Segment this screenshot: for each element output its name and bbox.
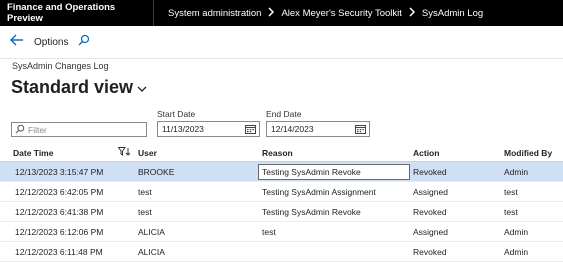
breadcrumb-security-toolkit[interactable]: Alex Meyer's Security Toolkit bbox=[281, 8, 401, 19]
cell-action: Assigned bbox=[413, 227, 448, 237]
grid-header: Date Time User Reason Action Modified By bbox=[0, 143, 563, 162]
back-arrow-icon bbox=[10, 33, 24, 51]
cell-reason: test bbox=[262, 227, 276, 237]
cell-reason: Testing SysAdmin Revoke bbox=[262, 207, 361, 217]
start-date-field[interactable]: 11/13/2023 bbox=[157, 121, 260, 137]
table-row[interactable]: 12/13/2023 3:15:47 PM BROOKE Testing Sys… bbox=[0, 162, 563, 182]
column-header-user[interactable]: User bbox=[138, 148, 157, 158]
cell-modified-by: test bbox=[504, 187, 518, 197]
top-divider bbox=[153, 0, 154, 26]
start-date-label: Start Date bbox=[157, 109, 196, 119]
cell-date-time: 12/12/2023 6:12:06 PM bbox=[15, 227, 104, 237]
cell-action: Revoked bbox=[413, 207, 447, 217]
cell-modified-by: Admin bbox=[504, 247, 529, 257]
column-header-action[interactable]: Action bbox=[413, 148, 439, 158]
search-button[interactable] bbox=[76, 34, 92, 50]
cell-action: Revoked bbox=[413, 247, 447, 257]
calendar-icon[interactable] bbox=[353, 124, 367, 134]
cell-user: BROOKE bbox=[138, 167, 175, 177]
cell-date-time: 12/12/2023 6:11:48 PM bbox=[15, 247, 103, 257]
cell-action: Revoked bbox=[413, 167, 447, 177]
filter-search-icon bbox=[12, 123, 25, 136]
cell-date-time: 12/12/2023 6:42:05 PM bbox=[15, 187, 104, 197]
view-selector[interactable]: Standard view bbox=[11, 77, 147, 98]
cell-modified-by: Admin bbox=[504, 227, 529, 237]
search-icon bbox=[78, 33, 90, 51]
cell-date-time: 12/13/2023 3:15:47 PM bbox=[15, 167, 104, 177]
table-row[interactable]: 12/12/2023 6:12:06 PM ALICIA test Assign… bbox=[0, 222, 563, 242]
options-menu[interactable]: Options bbox=[34, 37, 68, 48]
cell-modified-by: Admin bbox=[504, 167, 529, 177]
end-date-field[interactable]: 12/14/2023 bbox=[266, 121, 370, 137]
table-row[interactable]: 12/12/2023 6:11:48 PM ALICIA Revoked Adm… bbox=[0, 242, 563, 262]
breadcrumb-system-administration[interactable]: System administration bbox=[168, 8, 261, 19]
cell-user: ALICIA bbox=[138, 227, 165, 237]
column-header-modified-by[interactable]: Modified By bbox=[504, 148, 552, 158]
action-bar: Options bbox=[0, 26, 563, 59]
end-date-value: 12/14/2023 bbox=[271, 124, 314, 134]
chevron-down-icon bbox=[137, 86, 147, 93]
start-date-value: 11/13/2023 bbox=[162, 124, 204, 134]
cell-reason: Testing SysAdmin Assignment bbox=[262, 187, 376, 197]
cell-user: test bbox=[138, 207, 152, 217]
view-title: Standard view bbox=[11, 77, 134, 97]
table-row[interactable]: 12/12/2023 6:42:05 PM test Testing SysAd… bbox=[0, 182, 563, 202]
filter-input[interactable]: Filter bbox=[11, 122, 147, 137]
breadcrumb-chevron-icon bbox=[408, 6, 416, 20]
cell-date-time: 12/12/2023 6:41:38 PM bbox=[15, 207, 104, 217]
breadcrumb-sysadmin-log[interactable]: SysAdmin Log bbox=[422, 8, 483, 19]
back-button[interactable] bbox=[6, 31, 28, 53]
cell-user: test bbox=[138, 187, 152, 197]
calendar-icon[interactable] bbox=[243, 124, 257, 134]
breadcrumb-chevron-icon bbox=[267, 6, 275, 20]
column-header-date-time[interactable]: Date Time bbox=[13, 148, 53, 158]
filter-sort-icon[interactable] bbox=[117, 147, 131, 158]
app-title[interactable]: Finance and Operations Preview bbox=[0, 2, 153, 24]
column-header-reason[interactable]: Reason bbox=[262, 148, 293, 158]
cell-reason-input[interactable]: Testing SysAdmin Revoke bbox=[258, 164, 410, 180]
top-nav-bar: Finance and Operations Preview System ad… bbox=[0, 0, 563, 26]
end-date-label: End Date bbox=[266, 109, 302, 119]
cell-action: Assigned bbox=[413, 187, 448, 197]
filter-placeholder: Filter bbox=[28, 124, 47, 135]
cell-modified-by: test bbox=[504, 207, 518, 217]
table-row[interactable]: 12/12/2023 6:41:38 PM test Testing SysAd… bbox=[0, 202, 563, 222]
page-caption: SysAdmin Changes Log bbox=[12, 61, 109, 71]
cell-user: ALICIA bbox=[138, 247, 165, 257]
